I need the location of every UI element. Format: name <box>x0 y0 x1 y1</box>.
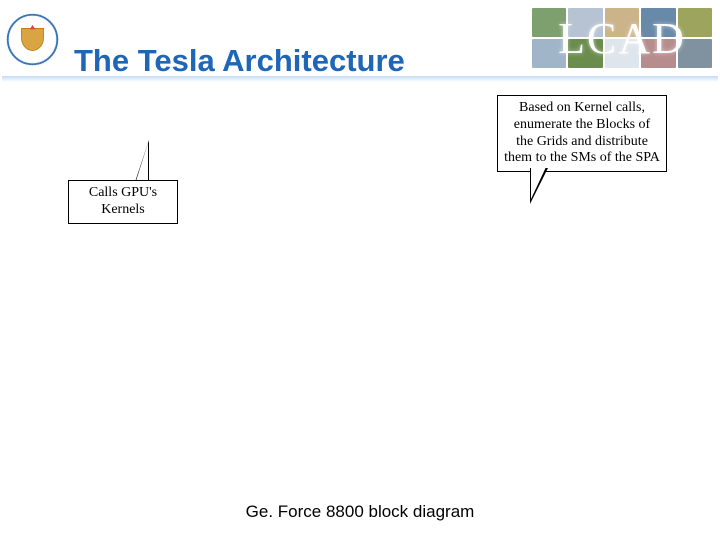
university-crest-icon <box>5 12 60 67</box>
page-title: The Tesla Architecture <box>74 43 405 79</box>
caption: Ge. Force 8800 block diagram <box>0 502 720 522</box>
lcad-logo: LCAD <box>532 8 712 68</box>
callout-right: Based on Kernel calls, enumerate the Blo… <box>497 95 667 172</box>
callout-left: Calls GPU's Kernels <box>68 180 178 224</box>
callout-left-tail-fill <box>136 143 148 181</box>
title-underline <box>2 76 718 82</box>
callout-right-tail-fill <box>531 167 546 199</box>
photo-strip <box>532 8 712 68</box>
